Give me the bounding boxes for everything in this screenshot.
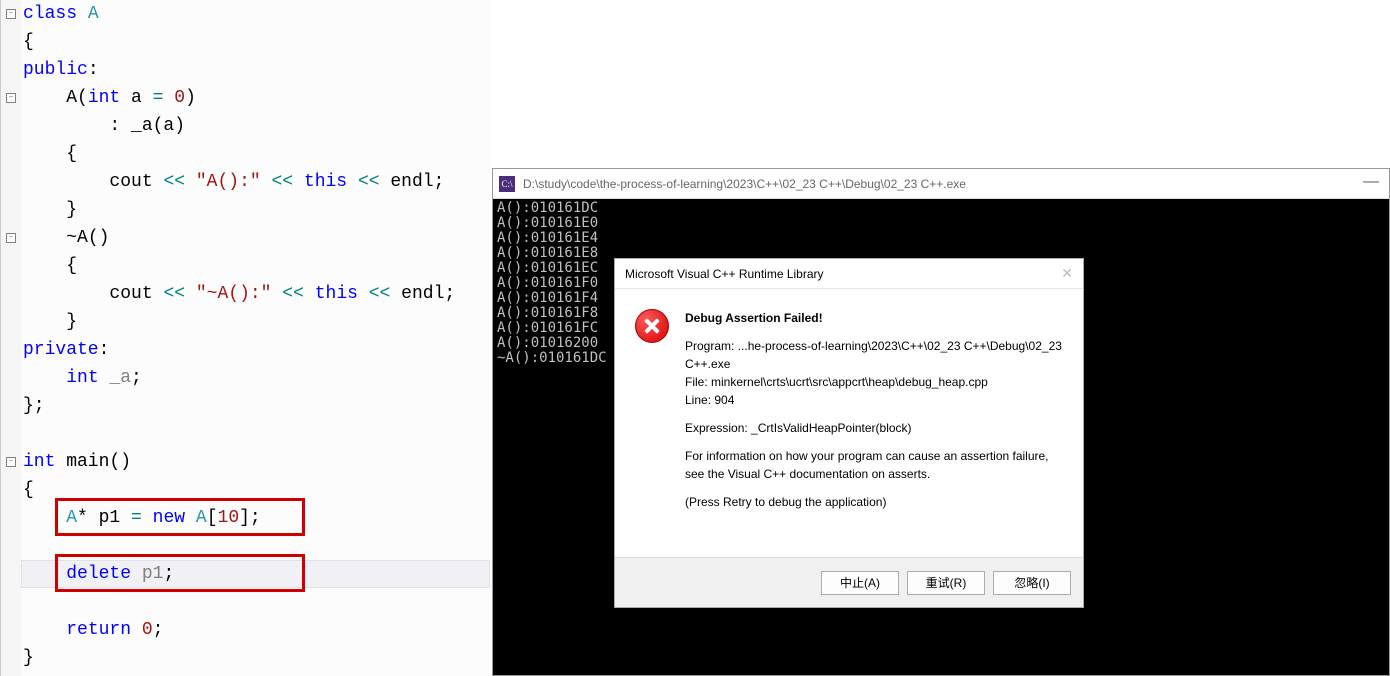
- code-line[interactable]: int main(): [23, 448, 455, 476]
- code-line[interactable]: {: [23, 252, 455, 280]
- code-line[interactable]: [23, 588, 455, 616]
- fold-toggle[interactable]: −: [6, 457, 16, 467]
- code-line[interactable]: ~A(): [23, 224, 455, 252]
- abort-button[interactable]: 中止(A): [821, 571, 899, 595]
- code-line[interactable]: : _a(a): [23, 112, 455, 140]
- error-icon: [635, 309, 669, 343]
- code-line[interactable]: cout << "A():" << this << endl;: [23, 168, 455, 196]
- dialog-content: Debug Assertion Failed! Program: ...he-p…: [685, 309, 1063, 521]
- annotation-box: [55, 498, 305, 536]
- code-line[interactable]: }: [23, 196, 455, 224]
- dialog-footer: 中止(A) 重试(R) 忽略(I): [615, 557, 1083, 607]
- code-line[interactable]: public:: [23, 56, 455, 84]
- fold-toggle[interactable]: −: [6, 233, 16, 243]
- console-title: D:\study\code\the-process-of-learning\20…: [523, 177, 966, 191]
- fold-toggle[interactable]: −: [6, 93, 16, 103]
- minimize-button[interactable]: —: [1363, 173, 1379, 191]
- code-line[interactable]: return 0;: [23, 616, 455, 644]
- console-icon: C:\: [499, 176, 515, 192]
- code-line[interactable]: [23, 420, 455, 448]
- code-line[interactable]: }: [23, 644, 455, 672]
- dialog-title: Microsoft Visual C++ Runtime Library: [625, 267, 824, 281]
- code-line[interactable]: cout << "~A():" << this << endl;: [23, 280, 455, 308]
- code-line[interactable]: {: [23, 140, 455, 168]
- code-line[interactable]: }: [23, 308, 455, 336]
- retry-button[interactable]: 重试(R): [907, 571, 985, 595]
- code-line[interactable]: class A: [23, 0, 455, 28]
- code-editor[interactable]: class A{public: A(int a = 0) : _a(a) { c…: [0, 0, 490, 676]
- dialog-heading: Debug Assertion Failed!: [685, 309, 1063, 327]
- assertion-dialog[interactable]: Microsoft Visual C++ Runtime Library ✕ D…: [614, 258, 1084, 608]
- code-line[interactable]: int _a;: [23, 364, 455, 392]
- ignore-button[interactable]: 忽略(I): [993, 571, 1071, 595]
- close-icon[interactable]: ✕: [1061, 265, 1073, 282]
- code-line[interactable]: };: [23, 392, 455, 420]
- code-line[interactable]: private:: [23, 336, 455, 364]
- dialog-titlebar[interactable]: Microsoft Visual C++ Runtime Library ✕: [615, 259, 1083, 289]
- code-line[interactable]: A(int a = 0): [23, 84, 455, 112]
- code-line[interactable]: {: [23, 28, 455, 56]
- annotation-box: [55, 554, 305, 592]
- console-titlebar[interactable]: C:\ D:\study\code\the-process-of-learnin…: [493, 169, 1389, 199]
- fold-toggle[interactable]: −: [6, 9, 16, 19]
